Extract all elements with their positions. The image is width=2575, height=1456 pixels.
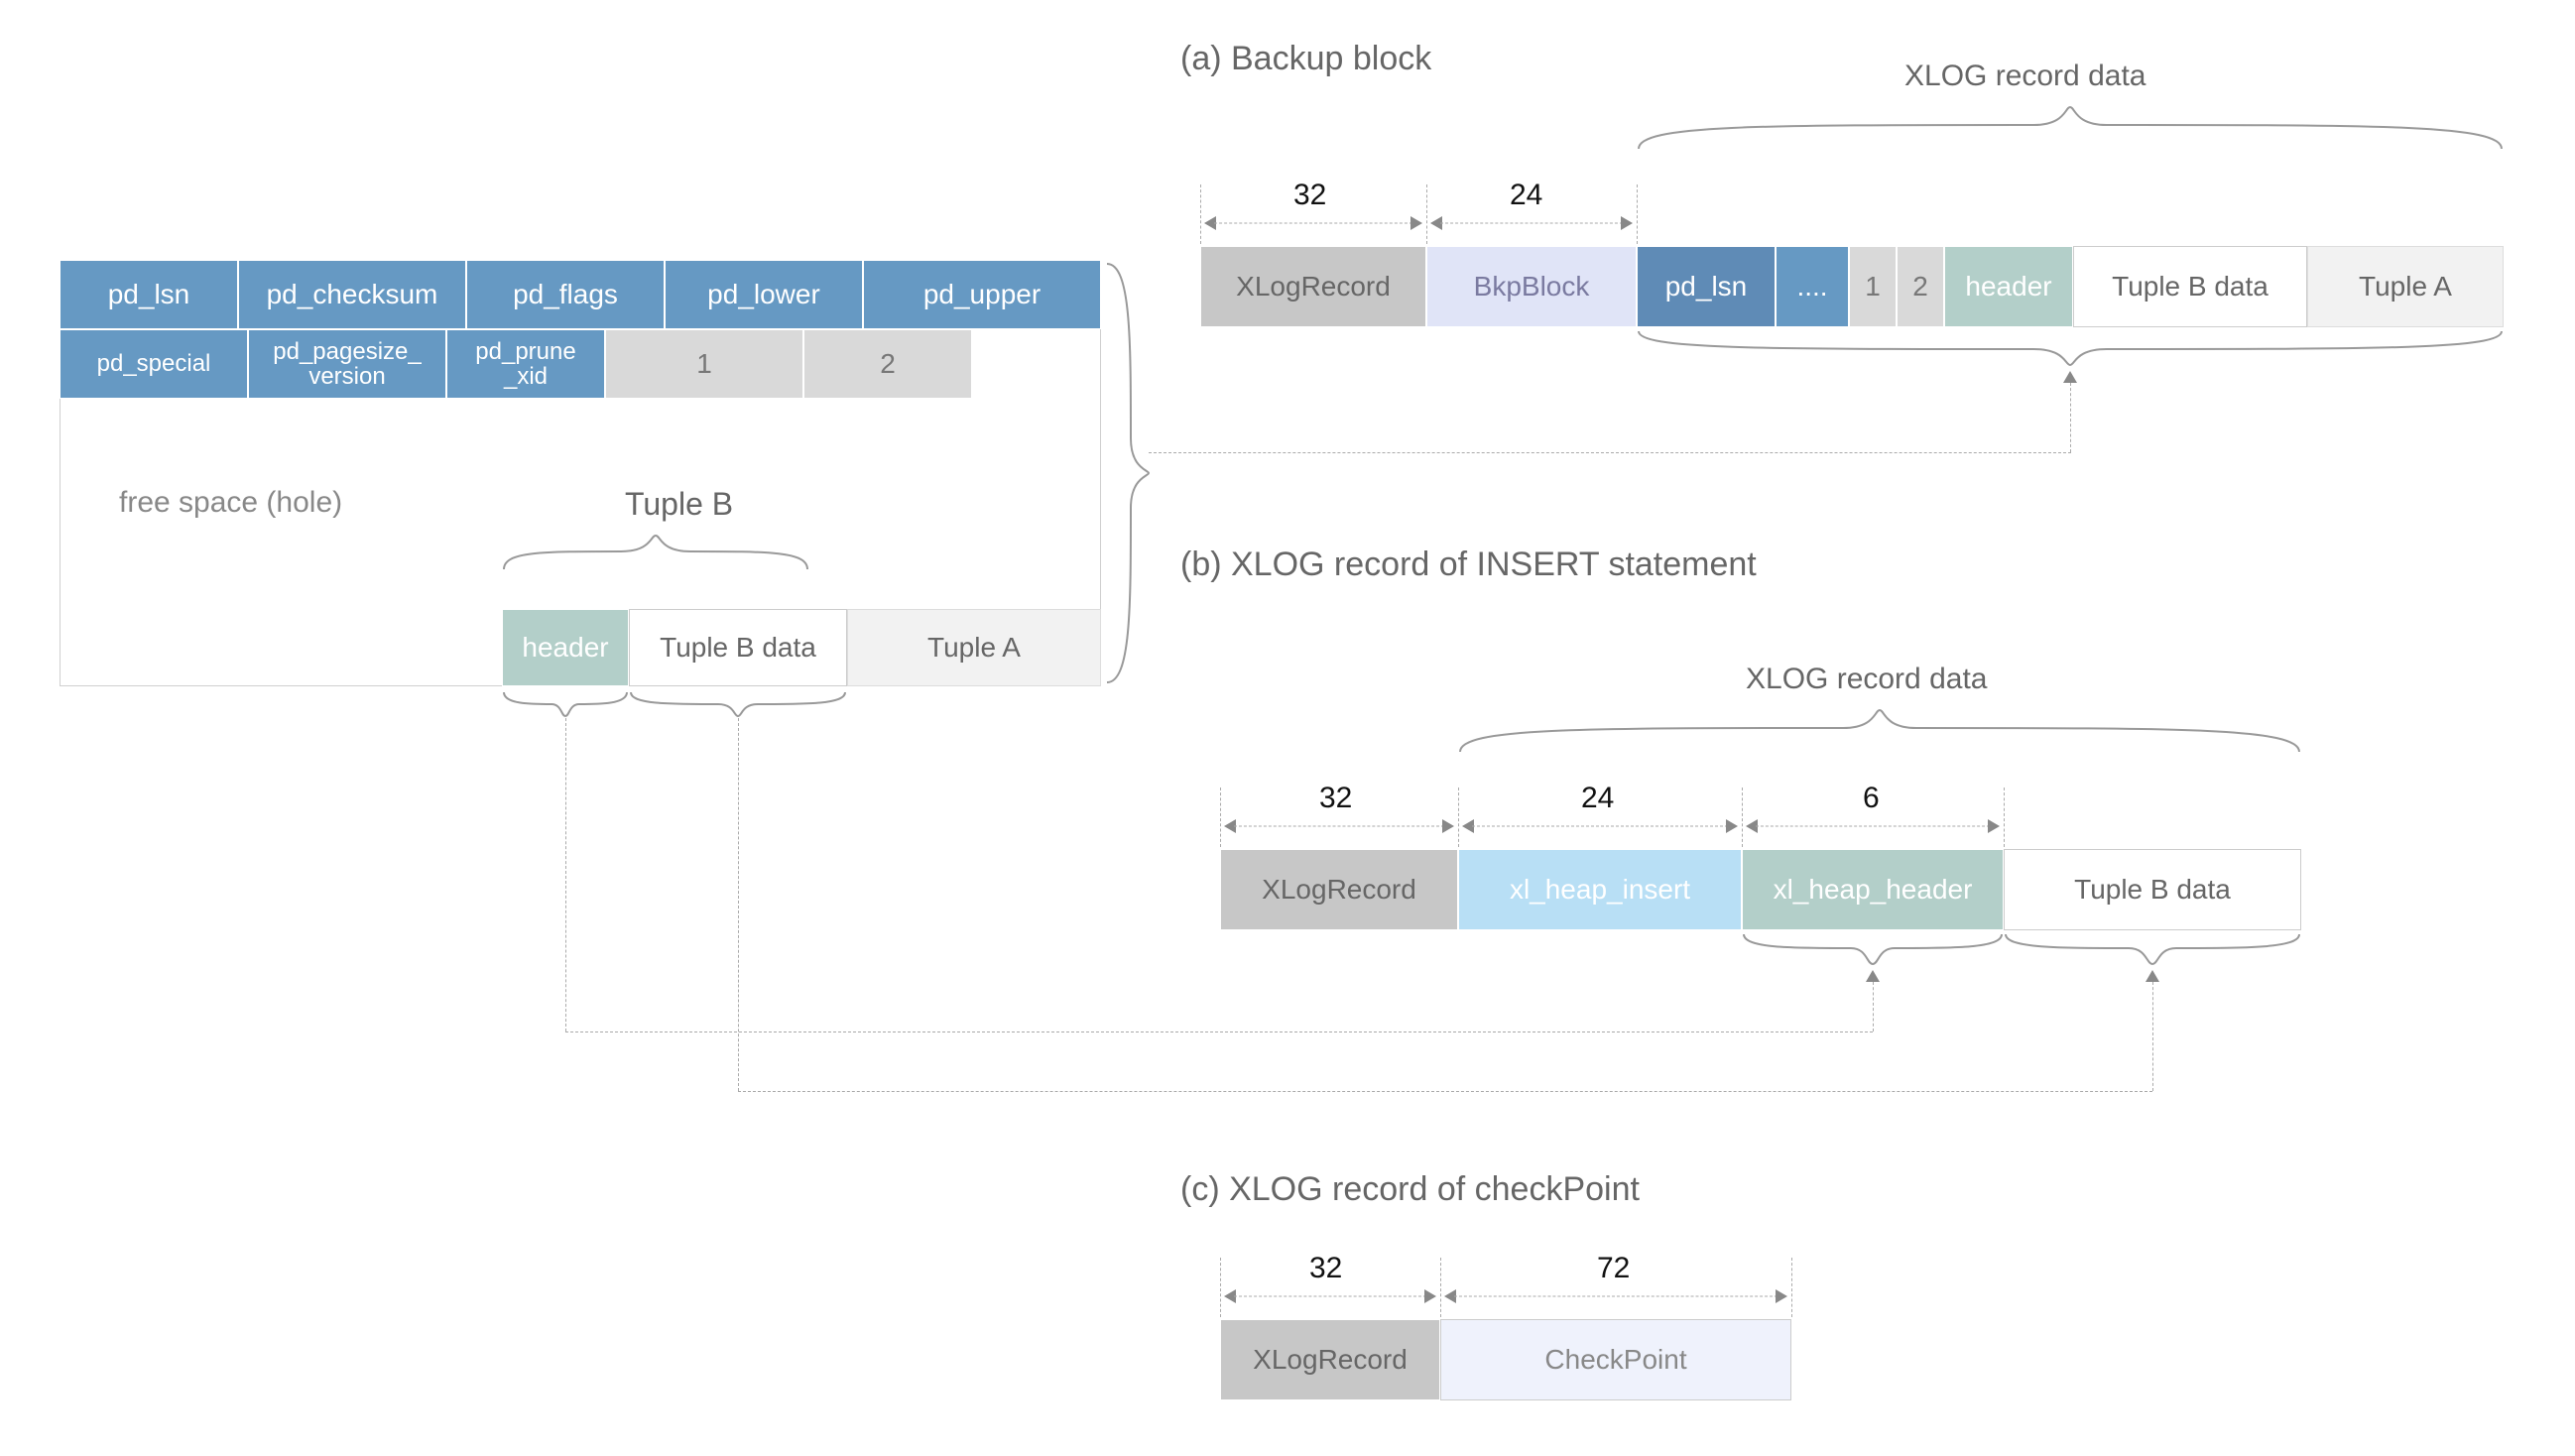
cell-pd-flags: pd_flags xyxy=(466,260,665,329)
b-tick-1 xyxy=(1458,788,1459,847)
b-xlogrecord: XLogRecord xyxy=(1220,849,1458,930)
a-tuple-a: Tuple A xyxy=(2307,246,2504,327)
b-data-brace xyxy=(1458,706,2301,754)
b-dim-xlog xyxy=(1224,817,1454,835)
cell-pd-prune-xid: pd_prune _xid xyxy=(446,329,605,399)
tuple-b-header-under-brace xyxy=(502,690,629,720)
conn2-h xyxy=(738,1091,2152,1092)
free-space-label: free space (hole) xyxy=(119,486,342,520)
a-pd-lsn: pd_lsn xyxy=(1637,246,1776,327)
cell-tuple-b-data: Tuple B data xyxy=(629,609,847,686)
b-arrow-up-2 xyxy=(2146,970,2159,982)
a-data-brace xyxy=(1637,103,2504,151)
c-xlogrecord: XLogRecord xyxy=(1220,1319,1440,1400)
cell-lp2: 2 xyxy=(803,329,972,399)
cell-lp1: 1 xyxy=(605,329,803,399)
b-under-brace-header xyxy=(1742,932,2004,968)
conn1-v-left xyxy=(565,718,566,1031)
a-tick-1 xyxy=(1426,184,1427,244)
c-tick-0 xyxy=(1220,1258,1221,1317)
b-dim-header xyxy=(1746,817,2000,835)
c-dim-xlog-val: 32 xyxy=(1309,1252,1342,1285)
a-dim-bkp xyxy=(1430,214,1633,232)
b-tick-2 xyxy=(1742,788,1743,847)
a-lp2: 2 xyxy=(1897,246,1944,327)
cell-pd-lsn: pd_lsn xyxy=(60,260,238,329)
c-dim-chk xyxy=(1444,1287,1787,1305)
a-dots: .... xyxy=(1776,246,1849,327)
a-tuple-b-data: Tuple B data xyxy=(2073,246,2307,327)
cell-pd-lower: pd_lower xyxy=(665,260,863,329)
b-xl-heap-header: xl_heap_header xyxy=(1742,849,2004,930)
b-dim-header-val: 6 xyxy=(1863,782,1880,815)
a-tick-0 xyxy=(1200,184,1201,244)
conn1-v-right xyxy=(1873,982,1874,1031)
b-dim-xlog-val: 32 xyxy=(1319,782,1352,815)
diagram-canvas: pd_lsn pd_checksum pd_flags pd_lower pd_… xyxy=(0,0,2575,1456)
section-c-title: (c) XLOG record of checkPoint xyxy=(1180,1170,1640,1209)
c-tick-1 xyxy=(1440,1258,1441,1317)
cell-pd-checksum: pd_checksum xyxy=(238,260,466,329)
c-dim-chk-val: 72 xyxy=(1597,1252,1630,1285)
a-tick-2 xyxy=(1637,184,1638,244)
tuple-b-brace xyxy=(502,532,809,571)
a-header: header xyxy=(1944,246,2073,327)
a-dim-xlog xyxy=(1204,214,1422,232)
b-xl-heap-insert: xl_heap_insert xyxy=(1458,849,1742,930)
page-to-a-hline xyxy=(1149,452,2071,453)
a-lp1: 1 xyxy=(1849,246,1897,327)
conn2-v-left xyxy=(738,718,739,1091)
section-b-data-label: XLOG record data xyxy=(1746,663,1987,696)
a-arrow-vline xyxy=(2070,383,2071,452)
page-to-backup-brace xyxy=(1103,260,1153,686)
cell-tuple-a: Tuple A xyxy=(847,609,1101,686)
a-dim-bkp-val: 24 xyxy=(1510,179,1542,212)
a-xlogrecord: XLogRecord xyxy=(1200,246,1426,327)
conn2-v-right xyxy=(2152,982,2153,1091)
tuple-b-label: Tuple B xyxy=(625,486,733,523)
cell-pd-special: pd_special xyxy=(60,329,248,399)
c-checkpoint: CheckPoint xyxy=(1440,1319,1791,1400)
b-tuple-b-data: Tuple B data xyxy=(2004,849,2301,930)
c-dim-xlog xyxy=(1224,1287,1436,1305)
b-under-brace-data xyxy=(2004,932,2301,968)
a-under-brace xyxy=(1637,329,2504,369)
a-arrow-up xyxy=(2063,371,2077,383)
b-tick-0 xyxy=(1220,788,1221,847)
cell-tuple-b-header: header xyxy=(502,609,629,686)
cell-pd-upper: pd_upper xyxy=(863,260,1101,329)
cell-pd-pagesize-version: pd_pagesize_ version xyxy=(248,329,446,399)
a-bkpblock: BkpBlock xyxy=(1426,246,1637,327)
a-dim-xlog-val: 32 xyxy=(1293,179,1326,212)
b-dim-insert-val: 24 xyxy=(1581,782,1614,815)
section-b-title: (b) XLOG record of INSERT statement xyxy=(1180,546,1757,584)
section-a-title: (a) Backup block xyxy=(1180,40,1431,78)
b-dim-insert xyxy=(1462,817,1738,835)
section-a-data-label: XLOG record data xyxy=(1904,60,2146,93)
conn1-h xyxy=(565,1031,1873,1032)
c-tick-2 xyxy=(1791,1258,1792,1317)
tuple-b-data-under-brace xyxy=(629,690,847,720)
b-tick-3 xyxy=(2004,788,2005,847)
b-arrow-up-1 xyxy=(1866,970,1880,982)
